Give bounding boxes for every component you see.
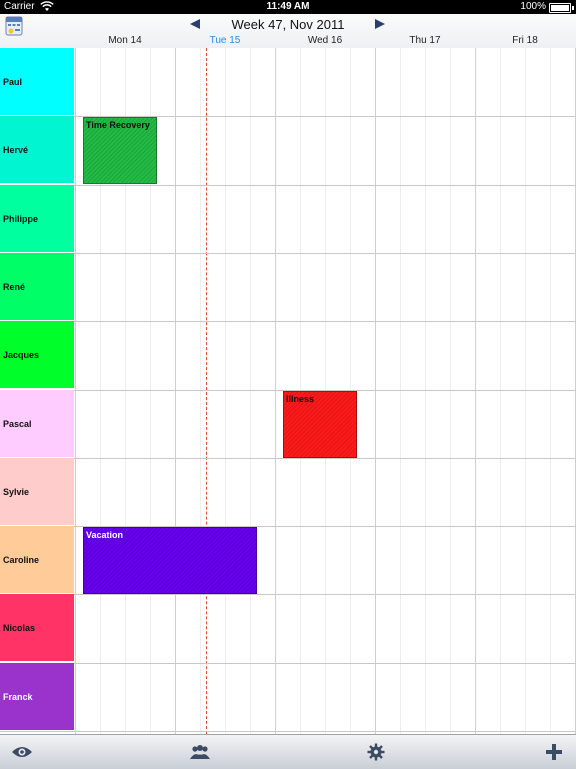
grid-column-line	[525, 48, 526, 734]
absence-event[interactable]: Illness	[283, 391, 357, 458]
grid-column-line	[500, 48, 501, 734]
day-label-3: Thu 17	[409, 35, 441, 46]
absence-event[interactable]: Time Recovery	[83, 117, 157, 184]
week-header: Week 47, Nov 2011 Mon 14 Tue 15 Wed 16 Thu …	[0, 14, 576, 49]
gear-icon[interactable]	[364, 741, 388, 763]
grid-column-line	[175, 48, 176, 734]
grid-column-line	[75, 48, 76, 734]
absence-event[interactable]: Vacation	[83, 527, 257, 594]
next-week-arrow-icon[interactable]	[375, 19, 385, 29]
person-row-label[interactable]: Sylvie	[0, 458, 74, 526]
absence-event-label: Illness	[286, 394, 315, 404]
absence-event-label: Time Recovery	[86, 120, 150, 130]
person-row-label[interactable]: Hervé	[0, 116, 74, 184]
grid-row-line	[0, 663, 576, 664]
absence-event-label: Vacation	[86, 530, 124, 540]
grid-row-line	[0, 253, 576, 254]
day-label-1: Tue 15	[209, 35, 241, 46]
person-row-label[interactable]: Paul	[0, 48, 74, 116]
previous-week-arrow-icon[interactable]	[190, 19, 200, 29]
grid-column-line	[550, 48, 551, 734]
grid-column-line	[400, 48, 401, 734]
person-row-label[interactable]: René	[0, 253, 74, 321]
plus-icon[interactable]	[542, 741, 566, 763]
eye-icon[interactable]	[10, 741, 34, 763]
grid-column-line	[250, 48, 251, 734]
grid-column-line	[275, 48, 276, 734]
grid-column-line	[200, 48, 201, 734]
day-label-4: Fri 18	[512, 35, 538, 46]
day-label-0: Mon 14	[108, 35, 142, 46]
grid-column-line	[425, 48, 426, 734]
person-row-label[interactable]: Jacques	[0, 321, 74, 389]
grid-row-line	[0, 594, 576, 595]
person-row-label[interactable]: Franck	[0, 663, 74, 731]
status-bar: Carrier 11:49 AM 100%	[0, 0, 576, 14]
battery-icon	[549, 3, 574, 13]
person-row-label[interactable]: Philippe	[0, 185, 74, 253]
person-row-label[interactable]: Nicolas	[0, 594, 74, 662]
grid-row-line	[0, 321, 576, 322]
grid-column-line	[225, 48, 226, 734]
grid-column-line	[375, 48, 376, 734]
battery-percent: 100%	[520, 1, 546, 12]
day-label-2: Wed 16	[307, 35, 343, 46]
grid-column-line	[475, 48, 476, 734]
current-time-line	[206, 48, 207, 734]
grid-row-line	[0, 185, 576, 186]
tab-bar	[0, 734, 576, 769]
schedule-grid[interactable]: Paul Hervé Philippe René Jacques Pascal Sylvie…	[0, 48, 576, 734]
grid-row-line	[0, 731, 576, 732]
week-title: Week 47, Nov 2011	[231, 17, 345, 32]
person-row-label[interactable]: Pascal	[0, 390, 74, 458]
person-row-label[interactable]: Caroline	[0, 526, 74, 594]
grid-row-line	[0, 458, 576, 459]
clock: 11:49 AM	[266, 1, 310, 12]
people-icon[interactable]	[188, 741, 212, 763]
grid-column-line	[450, 48, 451, 734]
calendar-app-icon[interactable]	[5, 16, 23, 36]
